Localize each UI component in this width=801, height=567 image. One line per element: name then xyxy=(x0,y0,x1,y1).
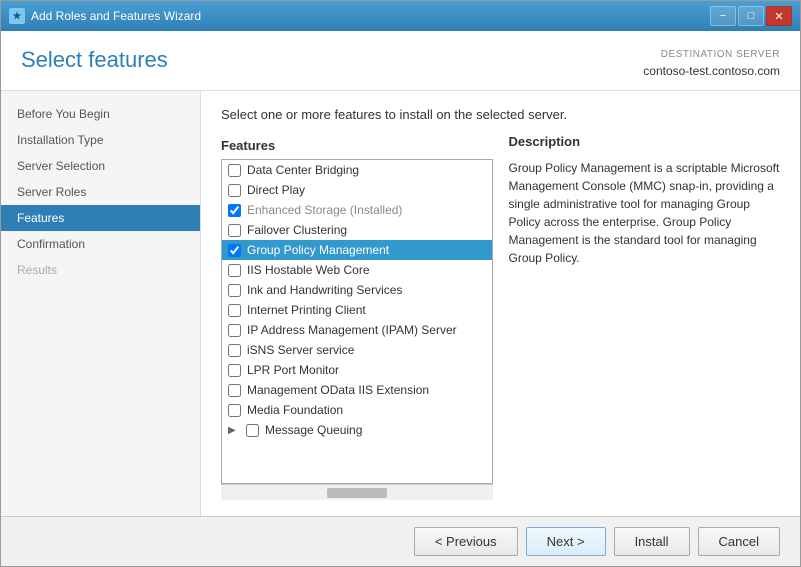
description-header: Description xyxy=(509,134,781,153)
feature-checkbox-lpr-port-monitor[interactable] xyxy=(228,364,241,377)
horizontal-scrollbar[interactable] xyxy=(221,484,493,500)
sidebar: Before You Begin Installation Type Serve… xyxy=(1,91,201,516)
sidebar-item-server-selection[interactable]: Server Selection xyxy=(1,153,200,179)
list-item[interactable]: Direct Play xyxy=(222,180,492,200)
feature-label-group-policy-management: Group Policy Management xyxy=(247,243,389,257)
feature-checkbox-direct-play[interactable] xyxy=(228,184,241,197)
feature-label-ip-address-management: IP Address Management (IPAM) Server xyxy=(247,323,457,337)
features-area: Features Data Center Bridging xyxy=(221,134,780,500)
feature-label-ink-handwriting-services: Ink and Handwriting Services xyxy=(247,283,402,297)
list-item[interactable]: ▶ Message Queuing xyxy=(222,420,492,440)
content-area: Select features DESTINATION SERVER conto… xyxy=(1,31,800,566)
feature-label-media-foundation: Media Foundation xyxy=(247,403,343,417)
main-content: Select one or more features to install o… xyxy=(201,91,800,516)
feature-label-isns-server-service: iSNS Server service xyxy=(247,343,354,357)
feature-label-lpr-port-monitor: LPR Port Monitor xyxy=(247,363,339,377)
window-title: Add Roles and Features Wizard xyxy=(31,9,201,23)
feature-checkbox-isns-server-service[interactable] xyxy=(228,344,241,357)
sidebar-item-before-you-begin[interactable]: Before You Begin xyxy=(1,101,200,127)
next-button[interactable]: Next > xyxy=(526,527,606,556)
list-item[interactable]: Data Center Bridging xyxy=(222,160,492,180)
install-button[interactable]: Install xyxy=(614,527,690,556)
features-list-container: Data Center Bridging Direct Play Enhance… xyxy=(221,159,493,484)
description-panel: Description Group Policy Management is a… xyxy=(509,134,781,500)
footer: < Previous Next > Install Cancel xyxy=(1,516,800,566)
page-title-text: Select features xyxy=(21,47,168,73)
title-bar: ★ Add Roles and Features Wizard − □ ✕ xyxy=(1,1,800,31)
list-item[interactable]: LPR Port Monitor xyxy=(222,360,492,380)
feature-checkbox-data-center-bridging[interactable] xyxy=(228,164,241,177)
feature-label-failover-clustering: Failover Clustering xyxy=(247,223,347,237)
page-title: Select features xyxy=(21,47,168,73)
feature-label-data-center-bridging: Data Center Bridging xyxy=(247,163,359,177)
maximize-button[interactable]: □ xyxy=(738,6,764,26)
h-scroll-thumb xyxy=(327,488,387,498)
features-list: Data Center Bridging Direct Play Enhance… xyxy=(222,160,492,440)
feature-checkbox-management-odata-iis[interactable] xyxy=(228,384,241,397)
feature-label-message-queuing: Message Queuing xyxy=(265,423,362,437)
feature-checkbox-ip-address-management[interactable] xyxy=(228,324,241,337)
destination-server-info: DESTINATION SERVER contoso-test.contoso.… xyxy=(643,47,780,80)
feature-checkbox-group-policy-management[interactable] xyxy=(228,244,241,257)
feature-label-internet-printing-client: Internet Printing Client xyxy=(247,303,366,317)
description-text: Group Policy Management is a scriptable … xyxy=(509,159,781,267)
feature-label-direct-play: Direct Play xyxy=(247,183,305,197)
feature-checkbox-media-foundation[interactable] xyxy=(228,404,241,417)
expand-icon[interactable]: ▶ xyxy=(228,425,240,436)
list-item[interactable]: Management OData IIS Extension xyxy=(222,380,492,400)
list-item[interactable]: iSNS Server service xyxy=(222,340,492,360)
features-scrollable[interactable]: Data Center Bridging Direct Play Enhance… xyxy=(222,160,492,483)
app-icon: ★ xyxy=(9,8,25,24)
list-item[interactable]: IIS Hostable Web Core xyxy=(222,260,492,280)
sidebar-item-confirmation[interactable]: Confirmation xyxy=(1,231,200,257)
feature-label-enhanced-storage: Enhanced Storage (Installed) xyxy=(247,203,402,217)
features-wrapper: Features Data Center Bridging xyxy=(221,134,493,500)
list-item[interactable]: Group Policy Management xyxy=(222,240,492,260)
feature-checkbox-enhanced-storage[interactable] xyxy=(228,204,241,217)
list-item[interactable]: Ink and Handwriting Services xyxy=(222,280,492,300)
list-item[interactable]: Enhanced Storage (Installed) xyxy=(222,200,492,220)
feature-checkbox-internet-printing-client[interactable] xyxy=(228,304,241,317)
window-controls: − □ ✕ xyxy=(710,6,792,26)
sidebar-item-installation-type[interactable]: Installation Type xyxy=(1,127,200,153)
list-item[interactable]: Internet Printing Client xyxy=(222,300,492,320)
feature-label-iis-hostable-web-core: IIS Hostable Web Core xyxy=(247,263,370,277)
list-item[interactable]: Media Foundation xyxy=(222,400,492,420)
title-bar-left: ★ Add Roles and Features Wizard xyxy=(9,8,201,24)
feature-checkbox-ink-handwriting-services[interactable] xyxy=(228,284,241,297)
sidebar-item-features[interactable]: Features xyxy=(1,205,200,231)
feature-label-management-odata-iis: Management OData IIS Extension xyxy=(247,383,429,397)
feature-checkbox-iis-hostable-web-core[interactable] xyxy=(228,264,241,277)
feature-checkbox-message-queuing[interactable] xyxy=(246,424,259,437)
previous-button[interactable]: < Previous xyxy=(414,527,518,556)
sidebar-item-server-roles[interactable]: Server Roles xyxy=(1,179,200,205)
list-item[interactable]: Failover Clustering xyxy=(222,220,492,240)
instruction-text: Select one or more features to install o… xyxy=(221,107,780,122)
main-window: ★ Add Roles and Features Wizard − □ ✕ Se… xyxy=(0,0,801,567)
features-header: Features xyxy=(221,134,493,159)
list-item[interactable]: IP Address Management (IPAM) Server xyxy=(222,320,492,340)
sidebar-item-results: Results xyxy=(1,257,200,283)
close-button[interactable]: ✕ xyxy=(766,6,792,26)
feature-checkbox-failover-clustering[interactable] xyxy=(228,224,241,237)
destination-name: contoso-test.contoso.com xyxy=(643,62,780,80)
destination-label: DESTINATION SERVER xyxy=(643,47,780,62)
minimize-button[interactable]: − xyxy=(710,6,736,26)
header-area: Select features DESTINATION SERVER conto… xyxy=(1,31,800,91)
cancel-button[interactable]: Cancel xyxy=(698,527,780,556)
main-body: Before You Begin Installation Type Serve… xyxy=(1,91,800,516)
